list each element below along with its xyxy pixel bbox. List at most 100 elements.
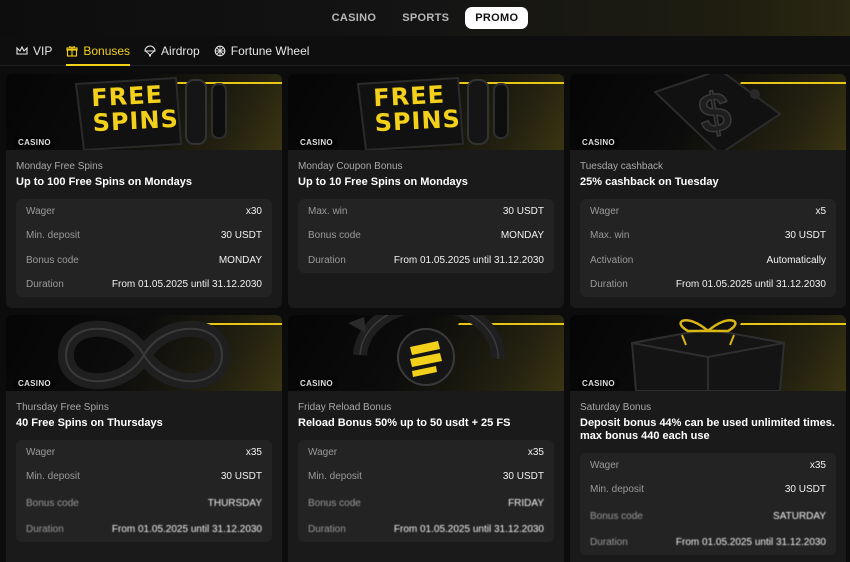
- detail-row: Min. deposit 30 USDT: [308, 465, 544, 490]
- detail-value: Automatically: [766, 254, 826, 266]
- detail-value: MONDAY: [500, 230, 544, 242]
- detail-value: x35: [245, 446, 262, 458]
- details-table: Wager x35 Min. deposit 30 USDT Bonus code S…: [580, 453, 836, 555]
- detail-value: FRIDAY: [508, 497, 544, 509]
- detail-key: Bonus code: [308, 497, 361, 509]
- parachute-icon: [144, 45, 156, 56]
- detail-key: Max. win: [590, 230, 630, 242]
- subtab-label: Airdrop: [161, 43, 200, 58]
- bonus-card-saturday[interactable]: CASINO Saturday Bonus Deposit bonus 44% …: [570, 315, 846, 562]
- category-tag: CASINO: [296, 137, 337, 148]
- detail-value: From 01.05.2025 until 31.12.2030: [393, 523, 544, 535]
- detail-row: Bonus code THURSDAY: [26, 489, 262, 517]
- detail-key: Max. win: [308, 205, 348, 217]
- card-subtitle: Monday Coupon Bonus: [298, 161, 403, 172]
- detail-value: 30 USDT: [220, 471, 262, 483]
- bonus-card-tuesday-cashback[interactable]: $ CASINO Tuesday cashback 25% cashback o…: [570, 74, 846, 308]
- category-tag: CASINO: [578, 137, 619, 148]
- tab-sports[interactable]: SPORTS: [392, 7, 459, 29]
- promo-subnav: VIP Bonuses Airdrop Fortune Wheel: [0, 36, 850, 66]
- banner-line: SPINS: [91, 104, 180, 138]
- bonus-card-monday-free-spins[interactable]: FREE SPINS CASINO Monday Free Spins Up t…: [6, 74, 282, 308]
- detail-value: MONDAY: [218, 254, 262, 266]
- detail-value: From 01.05.2025 until 31.12.2030: [111, 279, 262, 291]
- details-table: Wager x30 Min. deposit 30 USDT Bonus code M…: [16, 199, 272, 297]
- detail-row: Wager x35: [590, 453, 826, 478]
- card-title: Deposit bonus 44% can be used unlimited …: [580, 417, 835, 442]
- detail-key: Wager: [26, 205, 56, 217]
- detail-value: x30: [245, 205, 262, 217]
- detail-value: From 01.05.2025 until 31.12.2030: [675, 536, 826, 548]
- detail-key: Wager: [590, 459, 620, 471]
- subtab-airdrop[interactable]: Airdrop: [144, 36, 200, 66]
- card-subtitle: Friday Reload Bonus: [298, 402, 392, 413]
- detail-row: Duration From 01.05.2025 until 31.12.2030: [308, 248, 544, 273]
- detail-row: Max. win 30 USDT: [590, 224, 826, 249]
- detail-row: Bonus code FRIDAY: [308, 489, 544, 517]
- card-title: 25% cashback on Tuesday: [580, 176, 719, 188]
- detail-key: Duration: [308, 254, 346, 266]
- detail-value: x5: [815, 205, 826, 217]
- detail-row: Max. win 30 USDT: [308, 199, 544, 224]
- detail-row: Wager x35: [26, 440, 262, 465]
- detail-key: Bonus code: [590, 510, 643, 522]
- card-subtitle: Thursday Free Spins: [16, 402, 109, 413]
- detail-key: Wager: [308, 446, 338, 458]
- detail-row: Duration From 01.05.2025 until 31.12.2030: [590, 273, 826, 298]
- card-banner: $ CASINO: [570, 74, 846, 150]
- card-subtitle: Tuesday cashback: [580, 161, 664, 172]
- detail-key: Min. deposit: [26, 230, 80, 242]
- card-banner: CASINO: [570, 315, 846, 391]
- detail-row: Min. deposit 30 USDT: [26, 224, 262, 249]
- detail-key: Duration: [590, 279, 628, 291]
- bonus-card-friday-reload[interactable]: CASINO Friday Reload Bonus Reload Bonus …: [288, 315, 564, 562]
- detail-value: From 01.05.2025 until 31.12.2030: [675, 279, 826, 291]
- detail-row: Bonus code SATURDAY: [590, 502, 826, 530]
- detail-value: 30 USDT: [784, 484, 826, 496]
- card-subtitle: Saturday Bonus: [580, 402, 652, 413]
- detail-key: Bonus code: [26, 497, 79, 509]
- details-table: Max. win 30 USDT Bonus code MONDAY Duratio…: [298, 199, 554, 273]
- detail-row: Wager x30: [26, 199, 262, 224]
- subtab-vip[interactable]: VIP: [16, 36, 52, 66]
- card-banner: FREE SPINS CASINO: [288, 74, 564, 150]
- bonus-card-thursday-free-spins[interactable]: CASINO Thursday Free Spins 40 Free Spins…: [6, 315, 282, 562]
- detail-row: Duration From 01.05.2025 until 31.12.2030: [26, 517, 262, 542]
- detail-key: Min. deposit: [308, 471, 362, 483]
- detail-value: From 01.05.2025 until 31.12.2030: [111, 523, 262, 535]
- detail-row: Bonus code MONDAY: [308, 224, 544, 249]
- banner-text: FREE SPINS: [373, 81, 462, 138]
- detail-key: Duration: [308, 523, 346, 535]
- detail-value: x35: [809, 459, 826, 471]
- category-tag: CASINO: [14, 378, 55, 389]
- detail-row: Wager x35: [308, 440, 544, 465]
- subtab-bonuses[interactable]: Bonuses: [66, 36, 130, 66]
- category-tag: CASINO: [296, 378, 337, 389]
- top-navigation: CASINO SPORTS PROMO: [0, 0, 850, 36]
- detail-key: Duration: [26, 279, 64, 291]
- detail-value: From 01.05.2025 until 31.12.2030: [393, 254, 544, 266]
- bonus-grid: FREE SPINS CASINO Monday Free Spins Up t…: [6, 74, 846, 562]
- tab-casino[interactable]: CASINO: [322, 7, 387, 29]
- detail-value: 30 USDT: [784, 230, 826, 242]
- bonus-card-monday-coupon[interactable]: FREE SPINS CASINO Monday Coupon Bonus Up…: [288, 74, 564, 308]
- wheel-icon: [214, 45, 226, 56]
- subtab-label: Bonuses: [83, 43, 131, 58]
- subtab-fortune-wheel[interactable]: Fortune Wheel: [214, 36, 310, 66]
- detail-row: Min. deposit 30 USDT: [26, 465, 262, 490]
- detail-value: 30 USDT: [220, 230, 262, 242]
- detail-key: Wager: [590, 205, 620, 217]
- detail-row: Duration From 01.05.2025 until 31.12.2030: [590, 530, 826, 555]
- category-tag: CASINO: [578, 378, 619, 389]
- detail-row: Min. deposit 30 USDT: [590, 478, 826, 503]
- details-table: Wager x5 Max. win 30 USDT Activation Automa…: [580, 199, 836, 297]
- category-tag: CASINO: [14, 137, 55, 148]
- subtab-label: Fortune Wheel: [230, 43, 310, 58]
- details-table: Wager x35 Min. deposit 30 USDT Bonus code F…: [298, 440, 554, 542]
- detail-row: Wager x5: [590, 199, 826, 224]
- detail-row: Duration From 01.05.2025 until 31.12.2030: [308, 517, 544, 542]
- detail-key: Activation: [590, 254, 634, 266]
- tab-promo[interactable]: PROMO: [465, 7, 529, 29]
- card-banner: FREE SPINS CASINO: [6, 74, 282, 150]
- detail-row: Activation Automatically: [590, 248, 826, 273]
